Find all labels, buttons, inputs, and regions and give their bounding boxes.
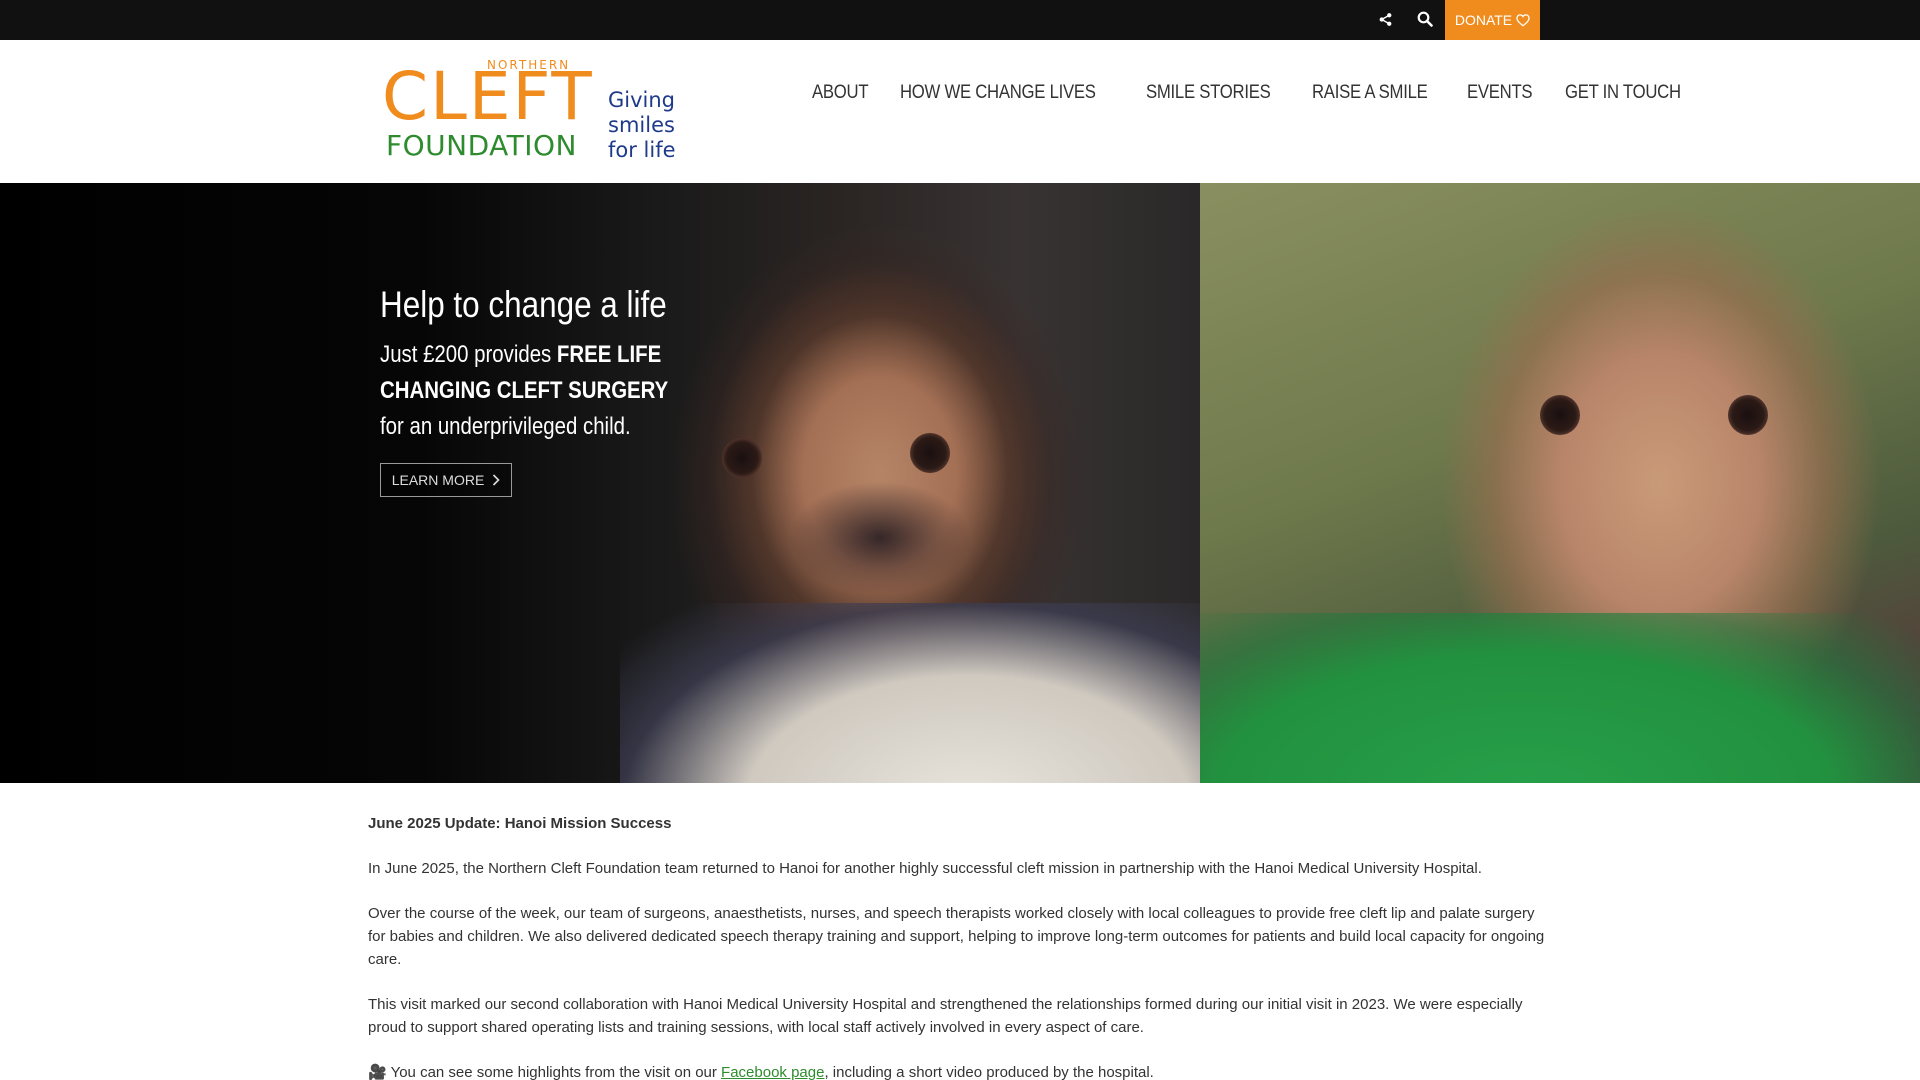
article-paragraph-facebook: 🎥 You can see some highlights from the v… — [368, 1061, 1548, 1080]
donate-label: DONATE — [1454, 12, 1513, 28]
nav-item-get-in-touch[interactable]: GET IN TOUCH — [1565, 82, 1681, 104]
search-icon — [1417, 11, 1433, 27]
nav-item-smile-stories[interactable]: SMILE STORIES — [1146, 82, 1271, 104]
top-bar: DONATE — [0, 0, 1920, 40]
hero-photo-after-shirt — [1200, 613, 1920, 783]
nav-item-events[interactable]: EVENTS — [1467, 82, 1533, 104]
hero-title: Help to change a life — [380, 284, 667, 325]
hero-text-block: Help to change a life Just £200 provides… — [380, 283, 740, 497]
article-paragraph: This visit marked our second collaborati… — [368, 996, 1523, 1036]
logo-tagline: Giving smiles for life — [608, 88, 676, 163]
share-button[interactable] — [1370, 0, 1400, 38]
learn-more-button[interactable]: LEARN MORE — [380, 463, 512, 497]
hero-body-suffix: for an underprivileged child. — [380, 413, 631, 440]
hero-body-prefix: Just £200 provides — [380, 341, 557, 368]
heart-icon — [1516, 13, 1530, 27]
site-header: NORTHERN CLEFT FOUNDATION Giving smiles … — [0, 40, 1920, 183]
main-nav: ABOUT HOW WE CHANGE LIVES SMILE STORIES … — [812, 82, 1721, 104]
learn-more-label: LEARN MORE — [391, 472, 485, 488]
hero-photo-before-shirt — [620, 603, 1200, 783]
video-camera-icon: 🎥 — [368, 1064, 387, 1080]
search-button[interactable] — [1410, 0, 1440, 38]
nav-item-how-we-change-lives[interactable]: HOW WE CHANGE LIVES — [900, 82, 1096, 104]
logo-foundation-text: FOUNDATION — [386, 129, 577, 162]
tagline-line-3: for life — [608, 138, 676, 162]
tagline-line-1: Giving — [608, 88, 676, 112]
eye-decoration — [910, 433, 950, 473]
eye-decoration — [1540, 395, 1580, 435]
article-paragraph: In June 2025, the Northern Cleft Foundat… — [368, 860, 1482, 877]
site-logo[interactable]: NORTHERN CLEFT FOUNDATION Giving smiles … — [380, 58, 680, 168]
eye-decoration — [1728, 395, 1768, 435]
article-content: June 2025 Update: Hanoi Mission Success … — [368, 812, 1548, 1080]
facebook-text-prefix: You can see some highlights from the vis… — [386, 1064, 722, 1080]
facebook-text-suffix: , including a short video produced by th… — [824, 1064, 1154, 1080]
donate-button[interactable]: DONATE — [1445, 0, 1540, 40]
nav-item-about[interactable]: ABOUT — [812, 82, 869, 104]
hero-body: Just £200 provides FREE LIFE CHANGING CL… — [380, 337, 737, 445]
article-paragraph: Over the course of the week, our team of… — [368, 905, 1545, 968]
article-heading: June 2025 Update: Hanoi Mission Success — [368, 815, 672, 832]
share-icon — [1379, 12, 1391, 26]
tagline-line-2: smiles — [608, 113, 675, 137]
facebook-page-link[interactable]: Facebook page — [721, 1064, 824, 1080]
logo-cleft-text: CLEFT — [382, 58, 594, 135]
nav-item-raise-a-smile[interactable]: RAISE A SMILE — [1312, 82, 1428, 104]
hero-banner: Help to change a life Just £200 provides… — [0, 183, 1920, 783]
chevron-right-icon — [493, 474, 500, 486]
